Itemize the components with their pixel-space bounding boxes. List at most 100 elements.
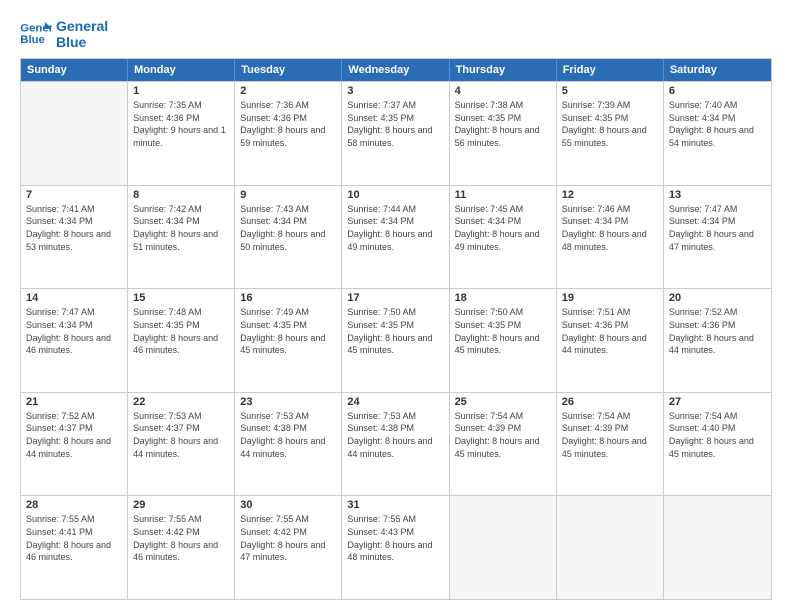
day-number: 17	[347, 292, 443, 304]
day-number: 2	[240, 85, 336, 97]
svg-text:Blue: Blue	[20, 34, 45, 46]
calendar-cell: 8 Sunrise: 7:42 AMSunset: 4:34 PMDaylight…	[128, 186, 235, 289]
calendar-header-cell: Friday	[557, 59, 664, 81]
day-number: 8	[133, 189, 229, 201]
day-number: 6	[669, 85, 766, 97]
day-info: Sunrise: 7:38 AMSunset: 4:35 PMDaylight:…	[455, 99, 551, 149]
day-info: Sunrise: 7:53 AMSunset: 4:38 PMDaylight:…	[347, 410, 443, 460]
logo-icon: General Blue	[20, 20, 52, 48]
day-info: Sunrise: 7:52 AMSunset: 4:37 PMDaylight:…	[26, 410, 122, 460]
calendar-body: 1 Sunrise: 7:35 AMSunset: 4:36 PMDaylight…	[21, 81, 771, 599]
calendar-cell: 25 Sunrise: 7:54 AMSunset: 4:39 PMDayligh…	[450, 393, 557, 496]
calendar-cell: 10Sunrise: 7:44 AMSunset: 4:34 PMDayligh…	[342, 186, 449, 289]
logo-text-blue: Blue	[56, 34, 108, 50]
day-number: 27	[669, 396, 766, 408]
day-info: Sunrise: 7:48 AMSunset: 4:35 PMDaylight:…	[133, 306, 229, 356]
day-number: 24	[347, 396, 443, 408]
day-number: 26	[562, 396, 658, 408]
day-number: 22	[133, 396, 229, 408]
day-info: Sunrise: 7:53 AMSunset: 4:37 PMDaylight:…	[133, 410, 229, 460]
day-info: Sunrise: 7:55 AMSunset: 4:41 PMDaylight:…	[26, 513, 122, 563]
day-info: Sunrise: 7:50 AMSunset: 4:35 PMDaylight:…	[455, 306, 551, 356]
logo: General Blue General Blue	[20, 18, 108, 50]
calendar-row: 21 Sunrise: 7:52 AMSunset: 4:37 PMDayligh…	[21, 392, 771, 496]
day-info: Sunrise: 7:45 AMSunset: 4:34 PMDaylight:…	[455, 203, 551, 253]
calendar-cell: 30Sunrise: 7:55 AMSunset: 4:42 PMDayligh…	[235, 496, 342, 599]
calendar-row: 1 Sunrise: 7:35 AMSunset: 4:36 PMDaylight…	[21, 81, 771, 185]
calendar-cell: 16 Sunrise: 7:49 AMSunset: 4:35 PMDayligh…	[235, 289, 342, 392]
day-info: Sunrise: 7:39 AMSunset: 4:35 PMDaylight:…	[562, 99, 658, 149]
day-number: 31	[347, 499, 443, 511]
day-number: 19	[562, 292, 658, 304]
day-number: 3	[347, 85, 443, 97]
calendar-row: 28Sunrise: 7:55 AMSunset: 4:41 PMDayligh…	[21, 495, 771, 599]
calendar-cell: 23 Sunrise: 7:53 AMSunset: 4:38 PMDayligh…	[235, 393, 342, 496]
calendar-header-cell: Tuesday	[235, 59, 342, 81]
calendar-header-cell: Monday	[128, 59, 235, 81]
day-info: Sunrise: 7:54 AMSunset: 4:39 PMDaylight:…	[455, 410, 551, 460]
calendar-cell: 26 Sunrise: 7:54 AMSunset: 4:39 PMDayligh…	[557, 393, 664, 496]
calendar-cell: 4Sunrise: 7:38 AMSunset: 4:35 PMDaylight…	[450, 82, 557, 185]
day-info: Sunrise: 7:42 AMSunset: 4:34 PMDaylight:…	[133, 203, 229, 253]
calendar-cell: 22 Sunrise: 7:53 AMSunset: 4:37 PMDayligh…	[128, 393, 235, 496]
day-number: 21	[26, 396, 122, 408]
day-number: 7	[26, 189, 122, 201]
calendar-cell: 21 Sunrise: 7:52 AMSunset: 4:37 PMDayligh…	[21, 393, 128, 496]
calendar-cell	[557, 496, 664, 599]
calendar-cell: 29Sunrise: 7:55 AMSunset: 4:42 PMDayligh…	[128, 496, 235, 599]
calendar-cell	[664, 496, 771, 599]
calendar-cell: 19 Sunrise: 7:51 AMSunset: 4:36 PMDayligh…	[557, 289, 664, 392]
calendar-header-cell: Saturday	[664, 59, 771, 81]
logo-text-general: General	[56, 18, 108, 34]
calendar-cell: 31 Sunrise: 7:55 AMSunset: 4:43 PMDayligh…	[342, 496, 449, 599]
day-info: Sunrise: 7:52 AMSunset: 4:36 PMDaylight:…	[669, 306, 766, 356]
day-number: 1	[133, 85, 229, 97]
calendar-cell: 17 Sunrise: 7:50 AMSunset: 4:35 PMDayligh…	[342, 289, 449, 392]
calendar: SundayMondayTuesdayWednesdayThursdayFrid…	[20, 58, 772, 600]
calendar-cell: 3 Sunrise: 7:37 AMSunset: 4:35 PMDaylight…	[342, 82, 449, 185]
day-number: 23	[240, 396, 336, 408]
calendar-cell	[450, 496, 557, 599]
calendar-cell: 27 Sunrise: 7:54 AMSunset: 4:40 PMDayligh…	[664, 393, 771, 496]
day-number: 5	[562, 85, 658, 97]
calendar-header-cell: Wednesday	[342, 59, 449, 81]
day-info: Sunrise: 7:40 AMSunset: 4:34 PMDaylight:…	[669, 99, 766, 149]
day-info: Sunrise: 7:47 AMSunset: 4:34 PMDaylight:…	[669, 203, 766, 253]
calendar-cell: 11 Sunrise: 7:45 AMSunset: 4:34 PMDayligh…	[450, 186, 557, 289]
calendar-cell: 24 Sunrise: 7:53 AMSunset: 4:38 PMDayligh…	[342, 393, 449, 496]
day-info: Sunrise: 7:55 AMSunset: 4:43 PMDaylight:…	[347, 513, 443, 563]
calendar-cell: 9Sunrise: 7:43 AMSunset: 4:34 PMDaylight…	[235, 186, 342, 289]
calendar-cell: 28Sunrise: 7:55 AMSunset: 4:41 PMDayligh…	[21, 496, 128, 599]
calendar-cell: 20Sunrise: 7:52 AMSunset: 4:36 PMDayligh…	[664, 289, 771, 392]
day-number: 30	[240, 499, 336, 511]
day-number: 16	[240, 292, 336, 304]
calendar-header-cell: Sunday	[21, 59, 128, 81]
day-number: 12	[562, 189, 658, 201]
day-info: Sunrise: 7:54 AMSunset: 4:39 PMDaylight:…	[562, 410, 658, 460]
day-info: Sunrise: 7:55 AMSunset: 4:42 PMDaylight:…	[133, 513, 229, 563]
day-number: 14	[26, 292, 122, 304]
day-number: 13	[669, 189, 766, 201]
day-info: Sunrise: 7:51 AMSunset: 4:36 PMDaylight:…	[562, 306, 658, 356]
day-info: Sunrise: 7:47 AMSunset: 4:34 PMDaylight:…	[26, 306, 122, 356]
day-info: Sunrise: 7:54 AMSunset: 4:40 PMDaylight:…	[669, 410, 766, 460]
day-number: 11	[455, 189, 551, 201]
calendar-row: 14 Sunrise: 7:47 AMSunset: 4:34 PMDayligh…	[21, 288, 771, 392]
day-info: Sunrise: 7:35 AMSunset: 4:36 PMDaylight:…	[133, 99, 229, 149]
calendar-cell: 13 Sunrise: 7:47 AMSunset: 4:34 PMDayligh…	[664, 186, 771, 289]
calendar-cell: 1 Sunrise: 7:35 AMSunset: 4:36 PMDaylight…	[128, 82, 235, 185]
calendar-row: 7Sunrise: 7:41 AMSunset: 4:34 PMDaylight…	[21, 185, 771, 289]
day-info: Sunrise: 7:37 AMSunset: 4:35 PMDaylight:…	[347, 99, 443, 149]
day-number: 25	[455, 396, 551, 408]
day-info: Sunrise: 7:53 AMSunset: 4:38 PMDaylight:…	[240, 410, 336, 460]
day-info: Sunrise: 7:46 AMSunset: 4:34 PMDaylight:…	[562, 203, 658, 253]
calendar-cell: 7Sunrise: 7:41 AMSunset: 4:34 PMDaylight…	[21, 186, 128, 289]
calendar-cell: 5 Sunrise: 7:39 AMSunset: 4:35 PMDaylight…	[557, 82, 664, 185]
calendar-cell	[21, 82, 128, 185]
calendar-cell: 12 Sunrise: 7:46 AMSunset: 4:34 PMDayligh…	[557, 186, 664, 289]
day-info: Sunrise: 7:50 AMSunset: 4:35 PMDaylight:…	[347, 306, 443, 356]
page: General Blue General Blue SundayMondayTu…	[0, 0, 792, 612]
header: General Blue General Blue	[20, 18, 772, 50]
day-info: Sunrise: 7:49 AMSunset: 4:35 PMDaylight:…	[240, 306, 336, 356]
day-number: 10	[347, 189, 443, 201]
